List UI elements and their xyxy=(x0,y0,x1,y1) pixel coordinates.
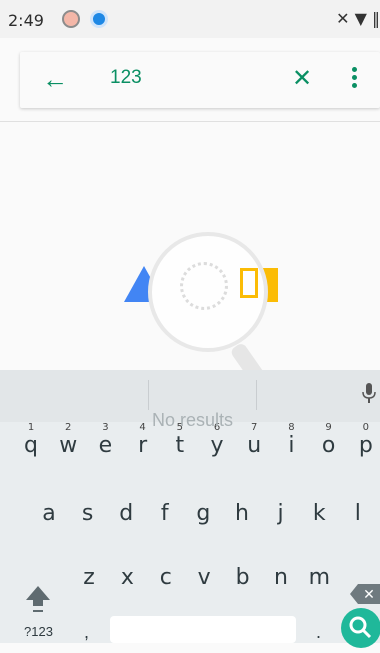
key-label: q xyxy=(24,433,38,458)
key-hint: 3 xyxy=(102,422,109,433)
key-h[interactable]: h xyxy=(225,492,259,536)
shift-icon[interactable] xyxy=(24,584,52,614)
suggestion-divider xyxy=(148,380,149,410)
key-label: m xyxy=(308,565,331,590)
key-z[interactable]: z xyxy=(72,556,106,600)
key-label: o xyxy=(321,433,336,458)
key-n[interactable]: n xyxy=(264,556,298,600)
key-label: u xyxy=(247,433,262,458)
search-key[interactable] xyxy=(341,608,380,648)
close-icon[interactable]: ✕ xyxy=(292,64,312,93)
key-label: i xyxy=(288,433,295,458)
key-label: y xyxy=(210,433,224,458)
notification-icon xyxy=(90,10,108,28)
key-label: e xyxy=(98,433,113,458)
key-i[interactable]: 8i xyxy=(274,422,308,468)
key-x[interactable]: x xyxy=(110,556,144,600)
key-label: f xyxy=(160,501,169,526)
mic-icon[interactable] xyxy=(362,382,376,404)
key-label: b xyxy=(235,565,250,590)
key-label: s xyxy=(81,501,94,526)
status-icons: ✕ ▼ ‖ xyxy=(336,9,380,28)
more-vert-icon[interactable] xyxy=(344,64,364,94)
key-label: d xyxy=(119,501,134,526)
divider xyxy=(0,121,380,122)
key-hint: 1 xyxy=(27,422,35,433)
key-j[interactable]: j xyxy=(264,492,298,536)
search-input[interactable] xyxy=(108,66,292,90)
key-label: v xyxy=(197,565,211,590)
key-label: r xyxy=(138,433,148,458)
key-hint: 8 xyxy=(288,422,295,433)
no-results-text: No results xyxy=(152,410,234,430)
key-f[interactable]: f xyxy=(148,492,182,536)
svg-text:✕: ✕ xyxy=(363,587,375,603)
key-label: a xyxy=(42,501,56,526)
key-label: j xyxy=(277,501,284,526)
space-bar[interactable] xyxy=(110,616,296,643)
key-label: z xyxy=(83,565,95,590)
key-label: t xyxy=(175,433,185,458)
period-key[interactable]: . xyxy=(316,622,321,643)
key-label: p xyxy=(358,433,373,458)
status-time: 2:49 xyxy=(8,11,44,30)
key-hint: 9 xyxy=(325,422,332,433)
key-hint: 2 xyxy=(65,422,72,433)
key-a[interactable]: a xyxy=(32,492,66,536)
key-k[interactable]: k xyxy=(302,492,336,536)
key-c[interactable]: c xyxy=(149,556,183,600)
key-g[interactable]: g xyxy=(186,492,220,536)
key-u[interactable]: 7u xyxy=(237,422,271,468)
key-b[interactable]: b xyxy=(226,556,260,600)
backspace-icon[interactable]: ✕ xyxy=(348,580,380,608)
key-label: l xyxy=(354,501,361,526)
key-p[interactable]: 0p xyxy=(349,422,380,468)
suggestion-divider xyxy=(256,380,257,410)
key-o[interactable]: 9o xyxy=(312,422,346,468)
key-label: w xyxy=(59,433,78,458)
key-s[interactable]: s xyxy=(71,492,105,536)
search-icon xyxy=(349,616,372,639)
key-label: x xyxy=(120,565,134,590)
key-label: c xyxy=(159,565,172,590)
key-v[interactable]: v xyxy=(187,556,221,600)
key-label: n xyxy=(274,565,288,590)
comma-key[interactable]: , xyxy=(84,622,89,643)
key-d[interactable]: d xyxy=(109,492,143,536)
key-m[interactable]: m xyxy=(302,556,336,600)
key-hint: 7 xyxy=(251,422,258,433)
loading-dots xyxy=(180,262,228,310)
key-label: k xyxy=(312,501,326,526)
status-bar: 2:49 ✕ ▼ ‖ xyxy=(0,0,380,38)
key-label: h xyxy=(235,501,249,526)
key-l[interactable]: l xyxy=(341,492,375,536)
key-hint: 0 xyxy=(362,422,369,433)
key-q[interactable]: 1q xyxy=(14,422,48,468)
back-icon[interactable]: ← xyxy=(42,64,68,95)
symbols-key[interactable]: ?123 xyxy=(24,624,53,639)
key-e[interactable]: 3e xyxy=(88,422,122,468)
search-toolbar: ← ✕ xyxy=(20,52,380,108)
notification-icon xyxy=(62,10,80,28)
yellow-outline-shape xyxy=(240,268,258,298)
key-w[interactable]: 2w xyxy=(51,422,85,468)
key-label: g xyxy=(196,501,211,526)
